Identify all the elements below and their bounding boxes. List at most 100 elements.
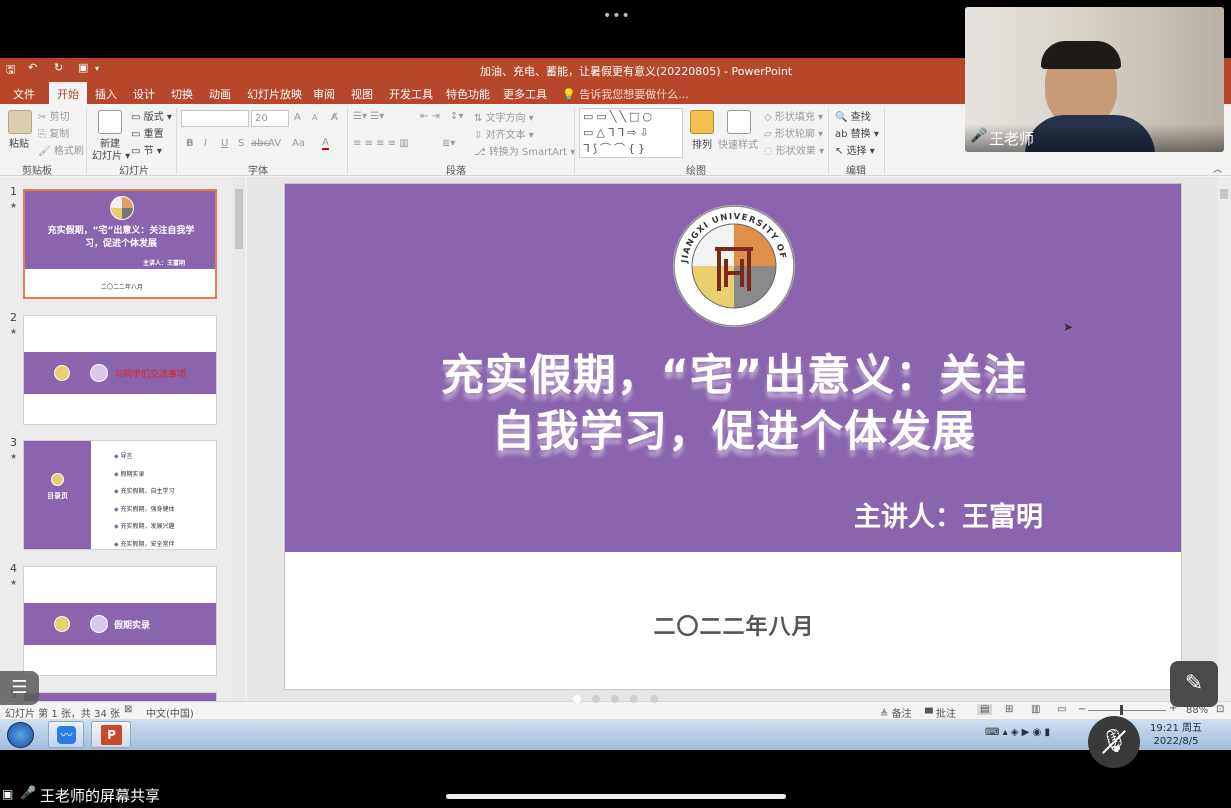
shape-fill-button[interactable]: ◇ 形状填充 ▾ [764, 108, 823, 123]
page-dot[interactable] [630, 695, 638, 703]
zoom-out-icon[interactable]: − [1078, 704, 1086, 715]
tab-transitions[interactable]: 切换 [171, 86, 193, 102]
format-painter-button[interactable]: 🖌 格式刷 [38, 142, 84, 157]
thumb-side-title: 目录页 [47, 492, 68, 500]
tab-review[interactable]: 审阅 [313, 86, 335, 102]
home-indicator[interactable] [446, 794, 786, 799]
comments-button[interactable]: ▀ 批注 [925, 705, 956, 719]
new-slide-dropdown[interactable]: 幻灯片 ▾ [92, 147, 130, 162]
shapes-gallery[interactable]: ▭▭╲╲□○ ▭△ᒣᒣ⇨⇩ ᒣ⟆⌒⌒{} [579, 108, 683, 158]
change-case-button[interactable]: Aa [292, 138, 305, 149]
page-dot[interactable] [611, 695, 619, 703]
slide-thumbnail-3[interactable]: 目录页 ◆ 导言 ◆ 假期实录 ◆ 充实假期，自主学习 ◆ 充实假期，强身健体 … [23, 440, 217, 550]
font-name-input[interactable] [181, 110, 249, 127]
char-spacing-button[interactable]: AV [268, 138, 281, 149]
tab-insert[interactable]: 插入 [95, 86, 117, 102]
italic-button[interactable]: I [204, 138, 207, 149]
thumbnails-scroll-thumb[interactable] [235, 189, 243, 249]
normal-view-icon[interactable]: ▤ [977, 704, 993, 715]
shape-outline-button[interactable]: ▱ 形状轮廓 ▾ [764, 125, 823, 140]
reset-button[interactable]: ▭ 重置 [131, 125, 164, 140]
taskbar-app-meeting[interactable]: 〰 [48, 721, 84, 748]
copy-button[interactable]: ⎘ 复制 [38, 125, 69, 140]
slideshow-view-icon[interactable]: ▭ [1057, 704, 1066, 715]
bold-button[interactable]: B [186, 138, 194, 149]
tab-animations[interactable]: 动画 [209, 86, 231, 102]
clear-format-icon[interactable]: A̸ [331, 112, 338, 123]
slide-thumbnail-2[interactable]: 与同学们交流事项 [23, 315, 217, 425]
reading-view-icon[interactable]: ▥ [1031, 704, 1040, 715]
zoom-slider[interactable] [1088, 710, 1166, 711]
collapse-ribbon-icon[interactable]: ︿ [1213, 162, 1222, 175]
tab-developer[interactable]: 开发工具 [389, 86, 433, 102]
fit-slide-icon[interactable]: ⊡ [1216, 704, 1224, 715]
underline-button[interactable]: U [221, 138, 228, 149]
start-button-icon[interactable] [7, 722, 34, 748]
section-button[interactable]: ▭ 节 ▾ [131, 142, 162, 157]
columns-button[interactable]: ≣▾ [442, 138, 455, 149]
slide-thumbnail-1[interactable]: 充实假期，“宅”出意义：关注自我学习，促进个体发展 主讲人：王富明 二〇二二年八… [23, 189, 217, 299]
shape-effects-button[interactable]: ◌ 形状效果 ▾ [764, 142, 824, 157]
tab-design[interactable]: 设计 [133, 86, 155, 102]
replace-button[interactable]: ab 替换 ▾ [835, 125, 879, 140]
taskbar-app-powerpoint[interactable]: P [91, 721, 131, 748]
quick-styles-button[interactable]: 快速样式 [718, 136, 758, 151]
page-dot[interactable] [592, 695, 600, 703]
font-size-input[interactable]: 20 [251, 110, 289, 127]
group-label-editing: 编辑 [846, 166, 866, 177]
paste-button[interactable]: 粘贴 [9, 135, 29, 150]
slide-thumbnail-4[interactable]: 假期实录 [23, 566, 217, 676]
bullets-button[interactable]: ☰▾ ☰▾ [353, 111, 384, 122]
tab-view[interactable]: 视图 [351, 86, 373, 102]
quick-styles-icon[interactable] [727, 110, 751, 134]
customize-qat-icon[interactable]: ▾ [95, 64, 99, 73]
tab-more-tools[interactable]: 更多工具 [503, 86, 547, 102]
language-indicator[interactable]: 中文(中国) [146, 705, 194, 719]
arrange-button[interactable]: 排列 [692, 136, 712, 151]
start-slideshow-icon[interactable]: ▣ [78, 61, 88, 74]
tab-slideshow[interactable]: 幻灯片放映 [247, 86, 302, 102]
align-text-button[interactable]: ⇳ 对齐文本 ▾ [474, 126, 534, 141]
tell-me-search[interactable]: 💡 告诉我您想要做什么... [562, 86, 689, 102]
notes-button[interactable]: ≜ 备注 [880, 705, 912, 719]
toc-item: ◆ 充实假期，强身健体 [114, 505, 175, 513]
slide-sorter-icon[interactable]: ⊞ [1005, 704, 1013, 715]
more-options-icon[interactable]: ••• [603, 8, 631, 24]
annotate-icon[interactable]: ✎ [1170, 661, 1218, 707]
current-slide[interactable]: JIANGXI UNIVERSITY OF SCIENCE AND TECHNO… [284, 183, 1182, 690]
line-spacing-button[interactable]: ↕▾ [450, 111, 463, 122]
align-buttons[interactable]: ≡ ≡ ≡ ≡ ▥ [353, 138, 409, 149]
font-color-button[interactable]: A [322, 137, 329, 150]
page-dot[interactable] [573, 695, 581, 703]
arrange-icon[interactable] [690, 110, 714, 134]
new-slide-icon[interactable] [98, 110, 122, 134]
layout-button[interactable]: ▭ 版式 ▾ [131, 108, 172, 123]
list-menu-icon[interactable]: ☰ [0, 671, 39, 705]
tray-icons[interactable]: ⌨ ▴ ◈ ▶ ◉ ▮ [985, 727, 1050, 738]
shrink-font-button[interactable]: A [312, 113, 317, 122]
slide-scroll-thumb[interactable] [1220, 189, 1228, 199]
zoom-slider-thumb[interactable] [1120, 705, 1123, 715]
participant-video-tile[interactable]: 🎤 王老师 [965, 7, 1224, 152]
page-dot[interactable] [650, 695, 658, 703]
undo-icon[interactable]: ↶ [28, 61, 37, 74]
grow-font-button[interactable]: A [294, 112, 301, 123]
smartart-button[interactable]: ⎇ 转换为 SmartArt ▾ [474, 143, 575, 158]
slide-scrollbar[interactable] [1217, 177, 1231, 701]
thumbnails-scrollbar[interactable] [233, 177, 245, 701]
shadow-button[interactable]: S [238, 138, 244, 149]
tab-features[interactable]: 特色功能 [446, 86, 490, 102]
find-button[interactable]: 🔍 查找 [835, 108, 871, 123]
strikethrough-button[interactable]: abc [251, 138, 269, 149]
spellcheck-icon[interactable]: ⊠ [124, 704, 132, 715]
select-button[interactable]: ↖ 选择 ▾ [835, 142, 875, 157]
system-clock[interactable]: 19:21 周五 2022/8/5 [1150, 722, 1202, 748]
paste-icon[interactable] [8, 110, 32, 134]
cut-button[interactable]: ✂ 剪切 [38, 108, 70, 123]
redo-icon[interactable]: ↻ [54, 61, 63, 74]
indent-buttons[interactable]: ⇤ ⇥ [420, 111, 440, 122]
group-label-slides: 幻灯片 [119, 166, 149, 177]
text-direction-button[interactable]: ⇅ 文字方向 ▾ [474, 109, 534, 124]
tab-file[interactable]: 文件 [13, 86, 35, 102]
save-icon[interactable]: 🖫 [6, 61, 15, 80]
